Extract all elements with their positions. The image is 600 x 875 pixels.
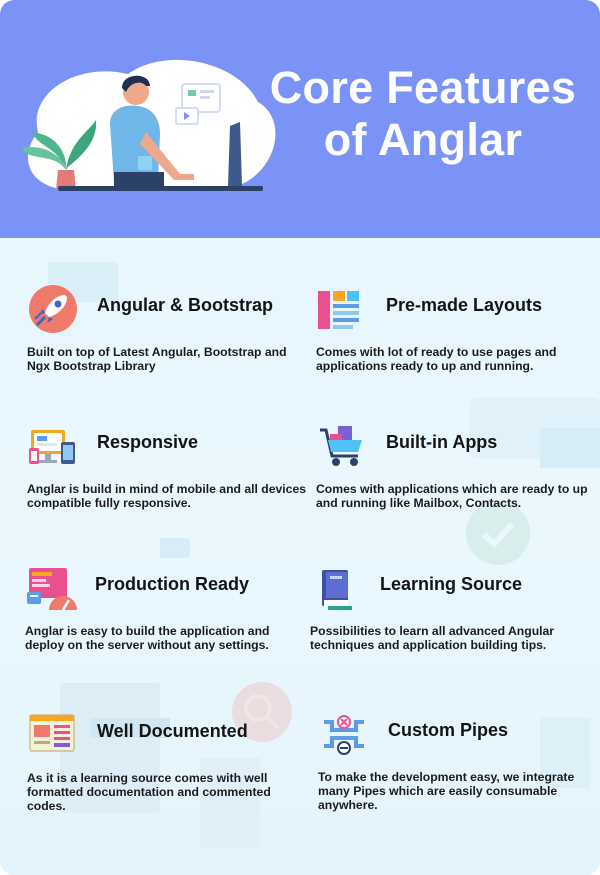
feature-title: Built-in Apps xyxy=(386,432,498,452)
feature-description: Anglar is build in mind of mobile and al… xyxy=(27,482,307,510)
feature-title: Production Ready xyxy=(95,574,250,594)
dashboard-icon xyxy=(27,568,77,611)
feature-description: Built on top of Latest Angular, Bootstra… xyxy=(27,345,287,373)
layout-icon xyxy=(318,291,359,329)
feature-description: To make the development easy, we integra… xyxy=(318,770,575,812)
feature-title: Pre-made Layouts xyxy=(386,295,543,315)
feature-description: Anglar is easy to build the application … xyxy=(25,624,270,652)
hero-banner: Core Features of Anglar xyxy=(0,0,600,238)
feature-title: Angular & Bootstrap xyxy=(97,295,274,315)
feature-title: Well Documented xyxy=(97,721,248,741)
feature-page: Core Features of Anglar Angular & Bootst… xyxy=(0,0,600,875)
book-icon xyxy=(322,570,352,610)
pipes-icon xyxy=(324,715,364,755)
developer-illustration xyxy=(22,59,276,191)
feature-description: Possibilities to learn all advanced Angu… xyxy=(310,624,555,652)
feature-description: Comes with lot of ready to use pages and… xyxy=(316,345,557,373)
devices-icon xyxy=(29,430,75,464)
feature-title: Custom Pipes xyxy=(388,720,509,740)
rocket-icon xyxy=(29,285,77,333)
title-line-2: of Anglar xyxy=(323,114,523,165)
title-line-1: Core Features xyxy=(269,62,577,113)
feature-description: Comes with applications which are ready … xyxy=(316,482,588,510)
document-icon xyxy=(29,714,75,752)
feature-description: As it is a learning source comes with we… xyxy=(27,771,271,813)
page-title: Core Features of Anglar xyxy=(258,62,588,166)
feature-title: Responsive xyxy=(97,432,199,452)
cart-icon xyxy=(320,426,362,466)
feature-title: Learning Source xyxy=(380,574,523,594)
